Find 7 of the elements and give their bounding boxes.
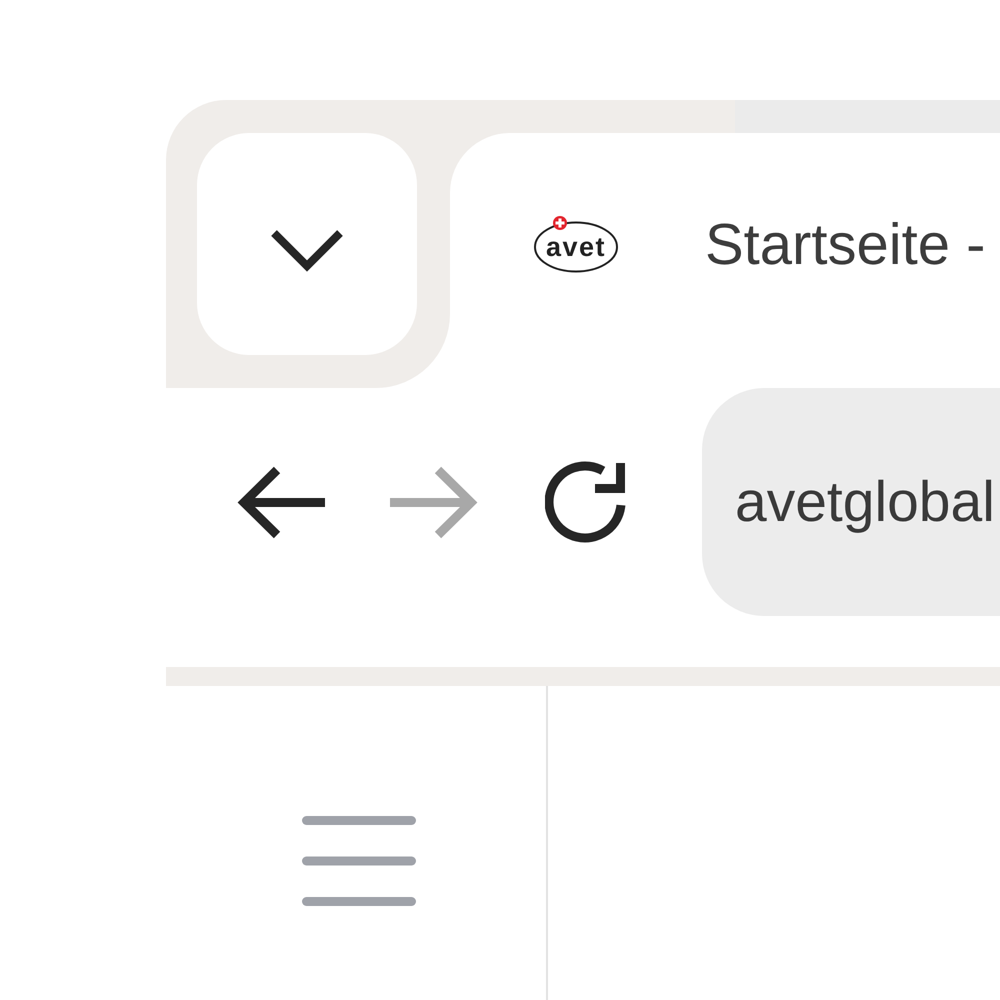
menu-button[interactable] xyxy=(302,816,416,906)
logo-text: avet xyxy=(546,232,606,262)
chevron-down-icon xyxy=(271,230,343,272)
browser-tab[interactable]: avet Startseite - xyxy=(450,133,1000,388)
cross-badge-icon xyxy=(553,216,567,230)
address-field[interactable]: avetglobal xyxy=(702,388,1000,616)
menu-icon xyxy=(302,816,416,906)
